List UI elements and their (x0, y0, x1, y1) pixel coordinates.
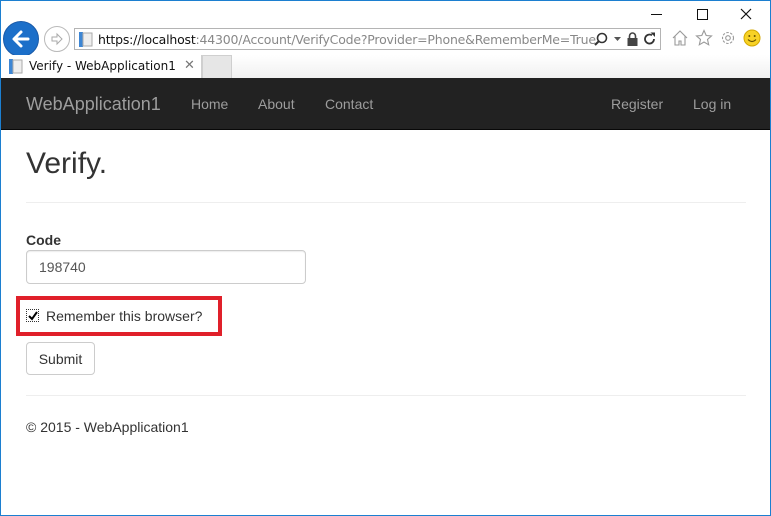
settings-gear-icon[interactable] (719, 29, 737, 47)
nav-link-register[interactable]: Register (611, 96, 663, 112)
footer-divider (26, 395, 746, 396)
close-window-button[interactable] (729, 3, 763, 25)
url-text[interactable]: https://localhost:44300/Account/VerifyCo… (98, 32, 596, 47)
footer-text: © 2015 - WebApplication1 (26, 419, 189, 435)
browser-window: https://localhost:44300/Account/VerifyCo… (0, 0, 771, 516)
dropdown-icon[interactable] (614, 36, 621, 42)
home-icon[interactable] (671, 29, 689, 47)
favorites-star-icon[interactable] (695, 29, 713, 47)
nav-link-contact[interactable]: Contact (325, 96, 373, 112)
forward-icon (51, 32, 63, 46)
back-icon (12, 30, 30, 48)
url-host: localhost (141, 32, 196, 47)
submit-button[interactable]: Submit (26, 342, 95, 375)
nav-link-home[interactable]: Home (191, 96, 228, 112)
tab-verify[interactable]: Verify - WebApplication1 ✕ (1, 55, 202, 78)
url-scheme: https:// (98, 32, 142, 47)
search-icon[interactable] (594, 32, 608, 46)
navigation-row: https://localhost:44300/Account/VerifyCo… (1, 21, 770, 57)
page-icon (79, 32, 93, 47)
tab-page-icon (9, 59, 23, 74)
page-title: Verify. (26, 147, 108, 180)
minimize-icon (650, 13, 662, 15)
nav-link-login[interactable]: Log in (693, 96, 731, 112)
maximize-icon (696, 8, 708, 20)
feedback-smiley-icon[interactable] (743, 29, 761, 47)
maximize-button[interactable] (685, 3, 719, 25)
remember-browser-checkbox[interactable] (26, 309, 39, 322)
back-button[interactable] (3, 21, 39, 57)
nav-link-about[interactable]: About (258, 96, 295, 112)
browser-toolbar-icons (671, 29, 761, 47)
code-input[interactable] (26, 250, 306, 284)
tab-title: Verify - WebApplication1 (29, 59, 176, 73)
url-path: :44300/Account/VerifyCode?Provider=Phone… (195, 32, 596, 47)
address-tools (594, 31, 656, 47)
refresh-icon[interactable] (644, 32, 656, 46)
navbar-brand[interactable]: WebApplication1 (26, 94, 161, 115)
tab-strip: Verify - WebApplication1 ✕ (1, 55, 770, 78)
minimize-button[interactable] (639, 3, 673, 25)
remember-browser-label[interactable]: Remember this browser? (46, 308, 202, 324)
code-label: Code (26, 232, 61, 248)
checkmark-icon (27, 310, 38, 321)
title-bar (1, 1, 770, 27)
new-tab-button[interactable] (202, 55, 232, 78)
forward-button[interactable] (44, 26, 70, 52)
tab-close-icon[interactable]: ✕ (184, 57, 195, 73)
lock-icon[interactable] (627, 32, 638, 46)
title-divider (26, 202, 746, 203)
address-bar[interactable]: https://localhost:44300/Account/VerifyCo… (74, 28, 661, 50)
close-icon (740, 8, 752, 20)
site-navbar: WebApplication1 Home About Contact Regis… (1, 78, 770, 130)
